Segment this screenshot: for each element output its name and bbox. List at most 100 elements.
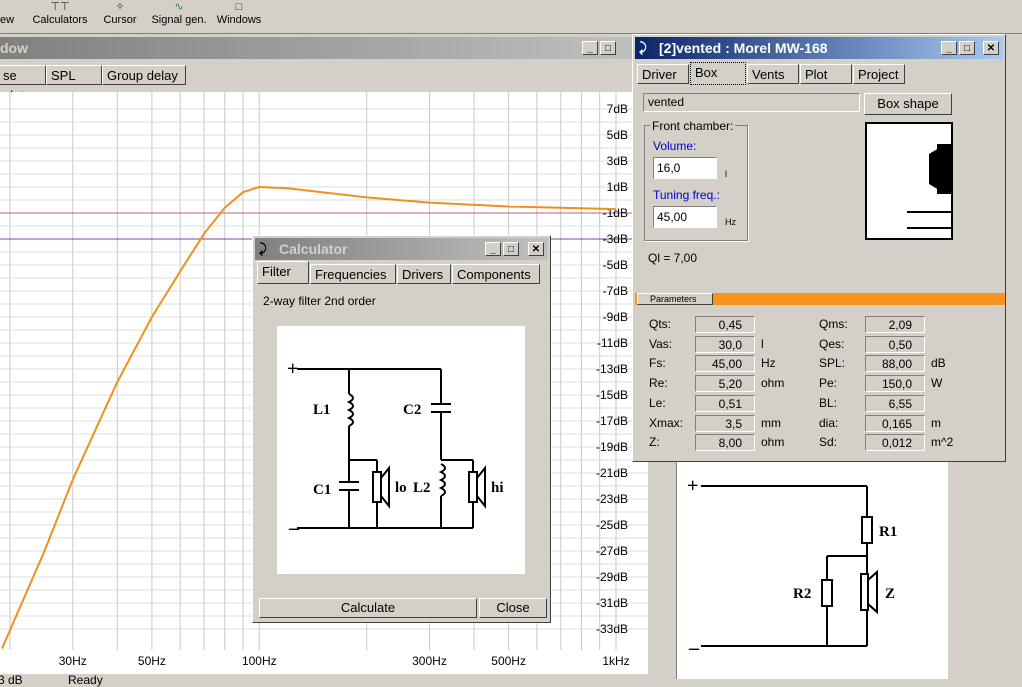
toolbar-windows-button[interactable]: □ Windows [215, 0, 263, 32]
calculate-button[interactable]: Calculate [259, 598, 477, 618]
tuning-freq-input[interactable]: 45,00 [653, 206, 717, 228]
close-button[interactable]: ✕ [983, 41, 999, 55]
left-param-value[interactable]: 30,0 [695, 336, 755, 353]
filter-schematic: + – L1 C1 C2 lo L2 hi [277, 326, 525, 574]
schematic-minus: – [288, 517, 300, 539]
x-tick-label: 30Hz [59, 654, 87, 668]
y-tick-label: -25dB [596, 518, 628, 532]
toolbar-view-button[interactable]: ew [0, 0, 14, 32]
label-hi: hi [491, 480, 504, 496]
close-button[interactable]: Close [479, 598, 547, 618]
right-param-value[interactable]: 88,00 [865, 355, 925, 372]
right-param-unit: m^2 [931, 435, 953, 449]
left-param-unit: l [761, 337, 764, 351]
front-chamber-label: Front chamber: [650, 119, 735, 133]
left-param-value[interactable]: 3,5 [695, 415, 755, 432]
y-tick-label: -7dB [603, 284, 628, 298]
left-param-value[interactable]: 0,51 [695, 395, 755, 412]
attenuator-plus: + [687, 475, 698, 497]
tab-frequencies[interactable]: Frequencies [310, 264, 396, 284]
tab-components[interactable]: Components [452, 264, 540, 284]
right-param-value[interactable]: 2,09 [865, 316, 925, 333]
filter-description: 2-way filter 2nd order [263, 294, 376, 308]
plot-window-titlebar: dow _ □ [0, 37, 648, 59]
left-param-name: Le: [649, 396, 666, 410]
box-name-field[interactable]: vented [643, 93, 860, 112]
right-param-value[interactable]: 0,012 [865, 434, 925, 451]
right-param-value[interactable]: 6,55 [865, 395, 925, 412]
driver-window-title: [2]vented : Morel MW-168 [659, 40, 828, 56]
volume-input[interactable]: 16,0 [653, 157, 717, 179]
y-tick-label: -21dB [596, 466, 628, 480]
tab-parameters[interactable]: Parameters [637, 293, 713, 305]
label-r2: R2 [793, 586, 811, 602]
tuning-freq-unit: Hz [725, 217, 736, 227]
toolbar-cursor-button[interactable]: ✧ Cursor [101, 0, 139, 32]
left-param-value[interactable]: 0,45 [695, 316, 755, 333]
driver-window: ⤸ [2]vented : Morel MW-168 _ □ ✕ Driver … [632, 34, 1006, 462]
calculator-window: ⤸ Calculator _ □ ✕ Filter Frequencies Dr… [252, 235, 551, 623]
minimize-button[interactable]: _ [485, 242, 501, 256]
app-icon: ⤸ [259, 241, 267, 257]
left-param-name: Re: [649, 376, 668, 390]
label-lo: lo [395, 480, 407, 496]
left-param-value[interactable]: 8,00 [695, 434, 755, 451]
maximize-button[interactable]: □ [600, 41, 616, 55]
tab-plot[interactable]: Plot [800, 64, 852, 84]
windows-icon: □ [215, 0, 263, 14]
status-level: 3 dB [0, 673, 62, 687]
right-param-name: Qes: [819, 337, 844, 351]
tab-group-delay[interactable]: Group delay [102, 65, 186, 85]
minimize-button[interactable]: _ [582, 41, 598, 55]
label-c1: C1 [313, 482, 331, 498]
tab-drivers[interactable]: Drivers [397, 264, 451, 284]
right-param-name: dia: [819, 416, 838, 430]
right-param-name: Sd: [819, 435, 837, 449]
left-param-name: Xmax: [649, 416, 683, 430]
tuning-freq-label: Tuning freq.: [653, 188, 720, 202]
attenuator-minus: – [688, 637, 700, 659]
cursor-icon: ✧ [101, 0, 139, 14]
right-param-value[interactable]: 150,0 [865, 375, 925, 392]
label-r1: R1 [879, 524, 897, 540]
toolbar-signal-gen-button[interactable]: ∿ Signal gen. [150, 0, 208, 32]
toolbar-calculators-button[interactable]: ⊤⊤ Calculators [31, 0, 89, 32]
maximize-button[interactable]: □ [959, 41, 975, 55]
tab-driver[interactable]: Driver [637, 64, 689, 84]
maximize-button[interactable]: □ [503, 242, 519, 256]
app-icon: ⤸ [639, 40, 647, 56]
left-param-name: Z: [649, 435, 660, 449]
view-icon [0, 0, 14, 14]
right-param-value[interactable]: 0,50 [865, 336, 925, 353]
tab-box[interactable]: Box [690, 62, 746, 85]
right-param-unit: m [931, 416, 941, 430]
tab-impulse-plot[interactable]: se plot [0, 65, 46, 85]
right-param-name: Qms: [819, 317, 848, 331]
y-tick-label: -9dB [603, 310, 628, 324]
y-tick-label: -23dB [596, 492, 628, 506]
left-param-name: Vas: [649, 337, 672, 351]
volume-unit: l [725, 169, 727, 179]
y-tick-label: -5dB [603, 258, 628, 272]
driver-window-titlebar: ⤸ [2]vented : Morel MW-168 _ □ ✕ [635, 37, 1003, 59]
tab-filter[interactable]: Filter [257, 261, 309, 284]
left-param-value[interactable]: 5,20 [695, 375, 755, 392]
y-tick-label: -13dB [596, 362, 628, 376]
close-button[interactable]: ✕ [528, 242, 544, 256]
left-param-name: Qts: [649, 317, 671, 331]
x-tick-label: 500Hz [491, 654, 526, 668]
status-bar: Ready [68, 673, 648, 687]
y-tick-label: 5dB [607, 128, 628, 142]
right-param-name: BL: [819, 396, 837, 410]
box-shape-button[interactable]: Box shape [864, 93, 952, 115]
tab-spl[interactable]: SPL [46, 65, 102, 85]
tab-vents[interactable]: Vents [747, 64, 799, 84]
label-l1: L1 [313, 402, 331, 418]
y-tick-label: 3dB [607, 154, 628, 168]
ql-value: Ql = 7,00 [648, 251, 697, 265]
right-param-value[interactable]: 0,165 [865, 415, 925, 432]
left-param-value[interactable]: 45,00 [695, 355, 755, 372]
y-tick-label: 1dB [607, 180, 628, 194]
minimize-button[interactable]: _ [941, 41, 957, 55]
tab-project[interactable]: Project [853, 64, 905, 84]
